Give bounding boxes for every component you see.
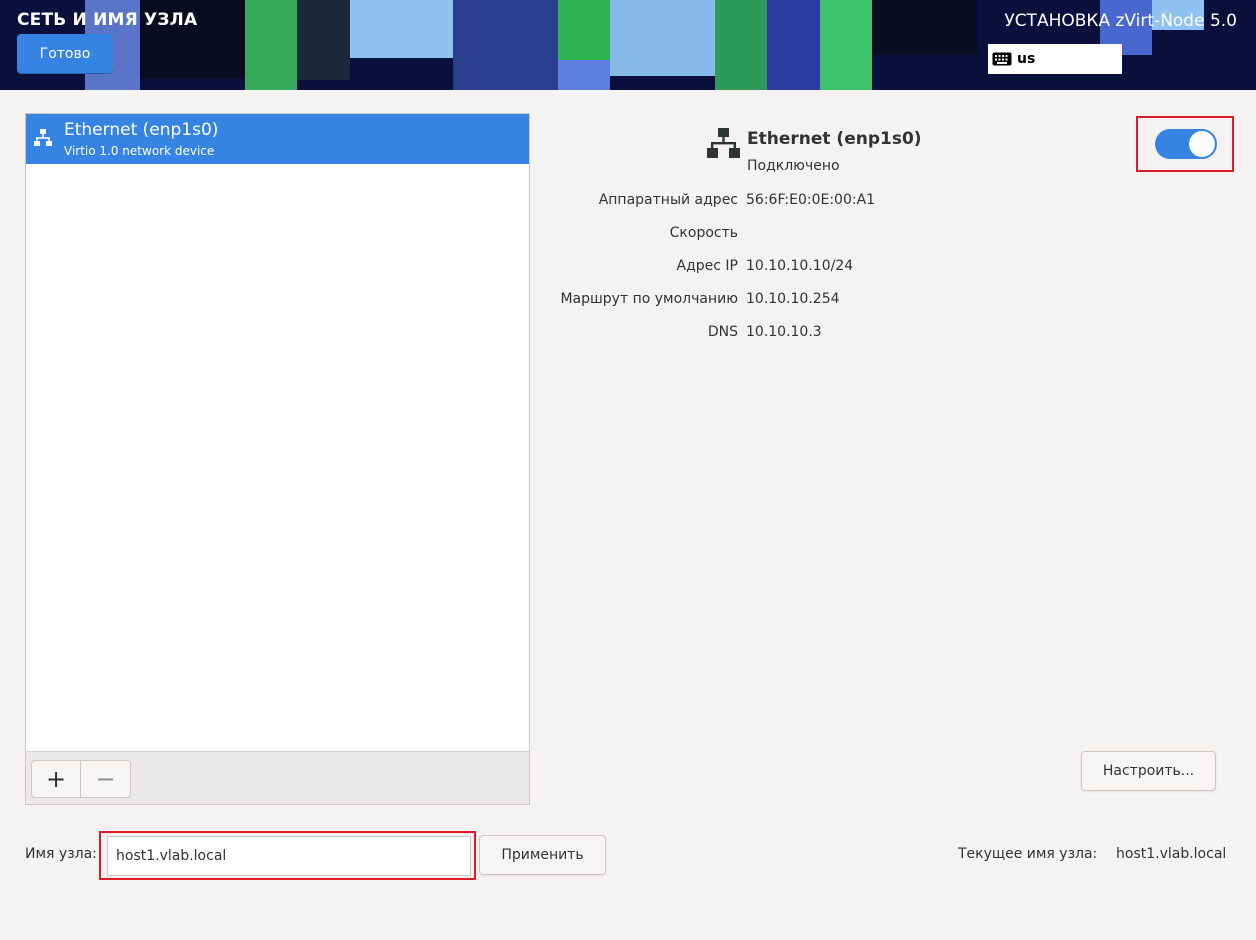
interface-name: Ethernet (enp1s0) — [64, 120, 219, 140]
ip-address-label: Адрес IP — [676, 258, 738, 274]
configure-button[interactable]: Настроить... — [1081, 751, 1216, 791]
hardware-address-label: Аппаратный адрес — [598, 192, 738, 208]
current-hostname-label: Текущее имя узла: — [958, 846, 1098, 862]
dns-value: 10.10.10.3 — [746, 324, 822, 340]
interface-enable-toggle[interactable] — [1155, 129, 1217, 159]
hostname-label: Имя узла: — [25, 846, 97, 862]
list-item-interface[interactable]: Ethernet (enp1s0) Virtio 1.0 network dev… — [26, 114, 529, 164]
hostname-input[interactable] — [107, 836, 471, 876]
network-wired-icon — [34, 129, 52, 146]
toggle-highlight-frame — [1136, 116, 1234, 172]
interface-list: Ethernet (enp1s0) Virtio 1.0 network dev… — [25, 113, 530, 805]
connection-status: Подключено — [747, 158, 840, 174]
done-button[interactable]: Готово — [17, 34, 113, 74]
hardware-address-value: 56:6F:E0:0E:00:A1 — [746, 192, 876, 208]
remove-interface-button[interactable]: − — [81, 760, 131, 798]
default-route-value: 10.10.10.254 — [746, 291, 840, 307]
dns-label: DNS — [707, 324, 738, 340]
interface-description: Virtio 1.0 network device — [64, 144, 215, 158]
current-hostname-value: host1.vlab.local — [1116, 846, 1227, 862]
list-toolbar: + − — [26, 751, 529, 804]
detail-interface-name: Ethernet (enp1s0) — [747, 129, 922, 149]
header-banner: СЕТЬ И ИМЯ УЗЛА Готово УСТАНОВКА zVirt-N… — [0, 0, 1256, 90]
keyboard-icon — [992, 52, 1012, 66]
add-interface-button[interactable]: + — [31, 760, 81, 798]
network-wired-icon — [707, 128, 740, 158]
ip-address-value: 10.10.10.10/24 — [746, 258, 854, 274]
default-route-label: Маршрут по умолчанию — [560, 291, 738, 307]
keyboard-layout-label: us — [1017, 51, 1036, 67]
apply-button[interactable]: Применить — [479, 835, 606, 875]
keyboard-layout-indicator[interactable]: us — [988, 44, 1122, 74]
speed-label: Скорость — [669, 225, 738, 241]
page-title: СЕТЬ И ИМЯ УЗЛА — [17, 10, 198, 30]
installer-title: УСТАНОВКА zVirt-Node 5.0 — [1004, 11, 1237, 31]
toggle-knob — [1189, 131, 1215, 157]
hostname-highlight-frame — [99, 831, 476, 880]
